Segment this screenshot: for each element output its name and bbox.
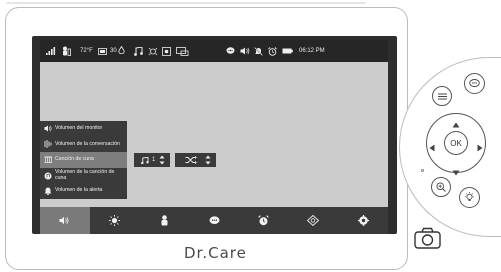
talk-button[interactable] [464,73,485,94]
menu-item-talk-volume[interactable]: Volumen de la conversación [40,137,127,153]
menu-item-lullaby-volume[interactable]: Volumen de la canción de cuna [40,168,127,184]
power-indicator-light [421,169,424,172]
sound-activation-icon [148,40,162,62]
shuffle-icon [185,156,197,164]
camera-icon [414,227,441,249]
status-bar: 72°F 30 06:12 PM [40,40,388,62]
toolbar-brightness-button[interactable] [90,207,140,234]
menu-item-lullaby[interactable]: Canción de cuna [40,152,127,168]
updown-arrows-icon[interactable] [205,155,211,165]
ok-button[interactable]: OK [444,131,468,155]
toolbar-volume-button[interactable] [40,207,90,234]
toolbar-alarm-button[interactable] [239,207,289,234]
settings-icon [357,215,369,226]
zoom-icon [436,182,446,192]
alert-off-icon [254,40,268,62]
updown-arrows-icon[interactable] [159,155,165,165]
temperature-mode-icon [98,40,110,62]
toolbar-baby-button[interactable] [139,207,189,234]
speaker-volume-icon [240,40,254,62]
camera-button[interactable] [414,227,441,249]
bulb-icon [464,192,475,203]
device-top-edge [6,2,366,4]
brand-logo: Dr.Care [184,244,247,262]
speaker-icon [59,216,70,225]
left-arrow-button[interactable] [429,139,435,157]
humidity-icon [118,45,125,56]
brightness-icon [109,215,121,226]
toolbar-camera-switch-button[interactable] [289,207,339,234]
menu-item-label: Volumen de la conversación [55,140,120,147]
menu-item-label: Volumen de la canción de cuna [55,168,115,181]
lullaby-icon [44,156,52,164]
talk-bubble-icon [209,216,220,225]
lullaby-volume-icon [44,172,52,180]
song-selector[interactable]: 1 [134,153,170,167]
play-mode-selector[interactable] [175,153,216,167]
humidity-value: 30 [110,40,134,62]
toolbar-talk-button[interactable] [189,207,239,234]
ok-label: OK [450,138,462,148]
menu-button[interactable] [432,86,452,106]
zoom-pan-icon [176,40,202,62]
toolbar-settings-button[interactable] [338,207,388,234]
settings-menu: Volumen del monitor Volumen de la conver… [40,121,127,199]
talk-bubble-icon [226,40,240,62]
temperature-value: 72°F [80,48,93,54]
bottom-toolbar [40,207,388,234]
alarm-clock-icon [268,40,282,62]
zoom-button[interactable] [431,177,451,197]
menu-item-label: Volumen de la alerta [55,187,103,194]
alert-icon [44,187,52,195]
right-arrow-button[interactable] [477,139,483,157]
signal-icon [46,40,62,62]
camera-switch-icon [307,215,320,226]
menu-lines-icon [437,93,447,100]
clock-time: 06:12 PM [299,48,325,54]
talk-bubble-icon [469,79,480,88]
speaker-icon [44,125,52,132]
menu-item-label: Canción de cuna [55,156,94,163]
menu-item-alert-volume[interactable]: Volumen de la alerta [40,183,127,199]
menu-item-monitor-volume[interactable]: Volumen del monitor [40,121,127,137]
alarm-icon [258,215,270,226]
talk-icon [44,140,52,149]
music-note-icon [141,156,150,164]
night-light-button[interactable] [459,187,480,208]
down-arrow-button[interactable] [452,163,460,181]
song-number: 1 [152,157,156,163]
baby-battery-icon [62,40,80,62]
battery-icon [282,40,297,62]
vox-icon [162,40,176,62]
humidity-number: 30 [110,48,117,54]
menu-item-label: Volumen del monitor [55,125,103,131]
baby-icon [160,215,169,226]
music-note-icon [134,40,148,62]
